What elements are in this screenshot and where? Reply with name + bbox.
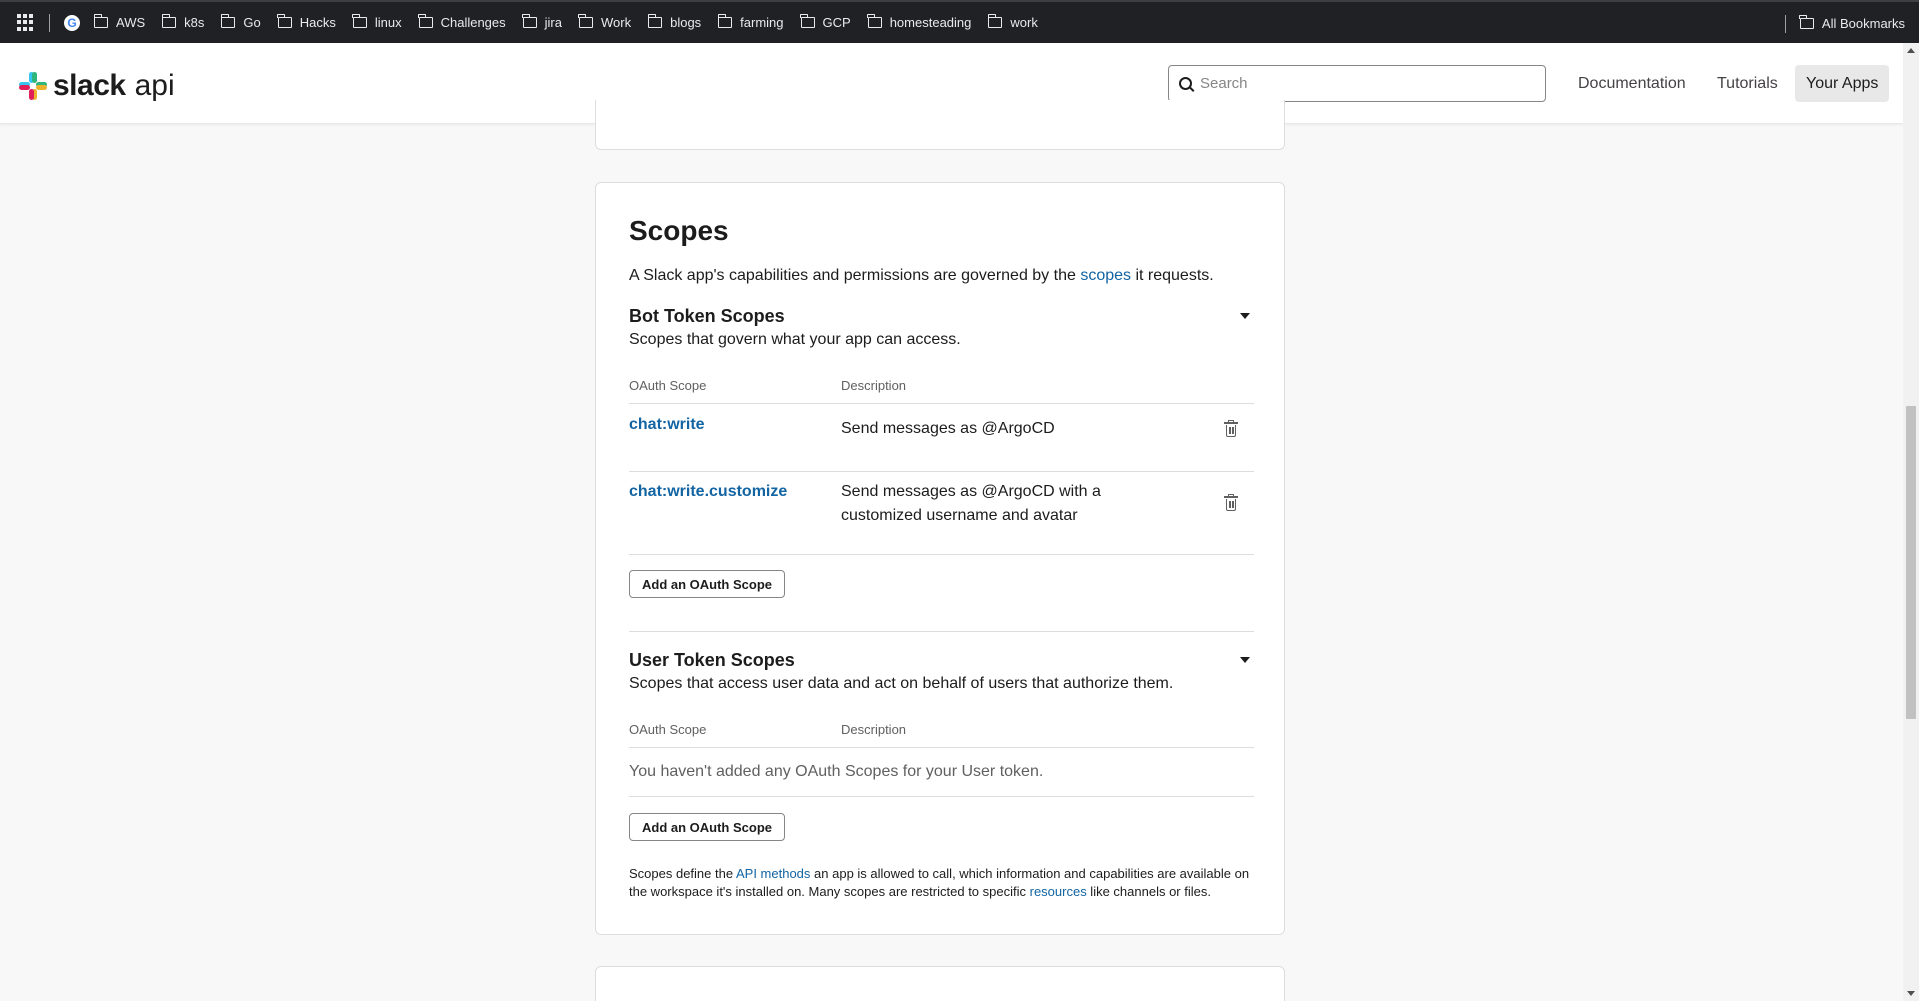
- chevron-down-icon[interactable]: [1240, 313, 1250, 319]
- previous-card: [595, 100, 1285, 150]
- scope-name[interactable]: chat:write.customize: [629, 483, 787, 501]
- folder-icon: [867, 14, 882, 28]
- folder-icon: [1799, 15, 1814, 29]
- scopes-card: Scopes A Slack app's capabilities and pe…: [595, 182, 1285, 935]
- folder-icon: [578, 14, 593, 28]
- user-token-scopes-subtitle: Scopes that access user data and act on …: [629, 675, 1174, 692]
- page-scrollbar[interactable]: [1903, 43, 1919, 1001]
- bookmark-folder[interactable]: k8s: [161, 14, 204, 30]
- bookmark-folder[interactable]: farming: [717, 14, 784, 30]
- slack-api-logo[interactable]: slack api: [19, 69, 175, 103]
- bot-token-scopes-title: Bot Token Scopes: [629, 306, 785, 326]
- folder-icon: [800, 14, 815, 28]
- bot-token-scopes-subtitle: Scopes that govern what your app can acc…: [629, 331, 961, 348]
- divider: [1784, 14, 1786, 33]
- api-methods-link[interactable]: API methods: [736, 866, 810, 881]
- scroll-thumb[interactable]: [1906, 406, 1916, 719]
- slack-logo-icon: [19, 72, 47, 100]
- empty-user-scopes-message: You haven't added any OAuth Scopes for y…: [629, 763, 1044, 780]
- folder-icon: [522, 14, 537, 28]
- divider: [629, 403, 1254, 404]
- scopes-footnote: Scopes define the API methods an app is …: [629, 866, 1250, 899]
- logo-wordmark: slack: [53, 69, 126, 102]
- google-icon[interactable]: G: [64, 14, 80, 31]
- folder-icon: [987, 14, 1003, 28]
- all-bookmarks[interactable]: All Bookmarks: [1799, 15, 1905, 31]
- scopes-link[interactable]: scopes: [1080, 267, 1131, 284]
- column-header-oauth-scope: OAuth Scope: [629, 378, 707, 393]
- logo-api-text: api: [134, 69, 175, 102]
- bookmark-folder[interactable]: AWS: [93, 14, 145, 30]
- divider: [629, 631, 1254, 632]
- bookmark-folder[interactable]: GCP: [800, 14, 851, 30]
- nav-tutorials[interactable]: Tutorials: [1717, 65, 1778, 102]
- folder-icon: [93, 14, 108, 28]
- folder-icon: [220, 14, 236, 28]
- divider: [629, 796, 1254, 797]
- bookmark-folder[interactable]: homesteading: [867, 14, 971, 30]
- divider: [629, 554, 1254, 555]
- bookmark-folder[interactable]: Go: [220, 14, 261, 30]
- resources-link[interactable]: resources: [1030, 884, 1087, 899]
- folder-icon: [647, 14, 663, 28]
- bookmark-folder[interactable]: blogs: [647, 14, 701, 30]
- scope-description: Send messages as @ArgoCD with a customiz…: [841, 483, 1101, 524]
- folder-icon: [717, 14, 733, 28]
- trash-icon[interactable]: [1224, 494, 1238, 511]
- scopes-title: Scopes: [629, 215, 729, 246]
- bookmark-folder[interactable]: Hacks: [277, 14, 336, 30]
- bookmark-folder[interactable]: linux: [352, 14, 402, 30]
- user-token-scopes-title: User Token Scopes: [629, 650, 795, 670]
- search-input[interactable]: [1200, 75, 1530, 92]
- scroll-up-arrow-icon[interactable]: [1907, 48, 1915, 53]
- chevron-down-icon[interactable]: [1240, 657, 1250, 663]
- search-box[interactable]: [1168, 65, 1546, 102]
- nav-documentation[interactable]: Documentation: [1578, 65, 1686, 102]
- bookmark-folder[interactable]: work: [987, 14, 1038, 30]
- bookmark-folder[interactable]: Work: [578, 14, 631, 30]
- apps-grid-icon[interactable]: [17, 13, 35, 32]
- scroll-down-arrow-icon[interactable]: [1907, 991, 1915, 996]
- bookmark-folder[interactable]: jira: [522, 14, 562, 30]
- column-header-oauth-scope: OAuth Scope: [629, 722, 707, 737]
- scope-description: Send messages as @ArgoCD: [841, 420, 1055, 437]
- folder-icon: [277, 14, 292, 28]
- column-header-description: Description: [841, 378, 907, 393]
- divider: [629, 747, 1254, 748]
- scopes-intro: A Slack app's capabilities and permissio…: [629, 267, 1214, 284]
- folder-icon: [161, 14, 177, 28]
- bookmarks-bar: G AWS k8s Go Hacks linux Challenges jira…: [0, 0, 1919, 43]
- add-user-oauth-scope-button[interactable]: Add an OAuth Scope: [629, 813, 785, 841]
- divider: [629, 471, 1254, 472]
- add-bot-oauth-scope-button[interactable]: Add an OAuth Scope: [629, 570, 785, 598]
- divider: [49, 13, 50, 32]
- trash-icon[interactable]: [1224, 420, 1238, 437]
- nav-your-apps[interactable]: Your Apps: [1795, 65, 1890, 102]
- column-header-description: Description: [841, 722, 907, 737]
- scope-name[interactable]: chat:write: [629, 416, 705, 434]
- next-card: [595, 966, 1285, 1001]
- bookmark-folder[interactable]: Challenges: [418, 14, 506, 30]
- search-icon: [1179, 77, 1192, 90]
- folder-icon: [352, 14, 367, 28]
- folder-icon: [418, 14, 433, 28]
